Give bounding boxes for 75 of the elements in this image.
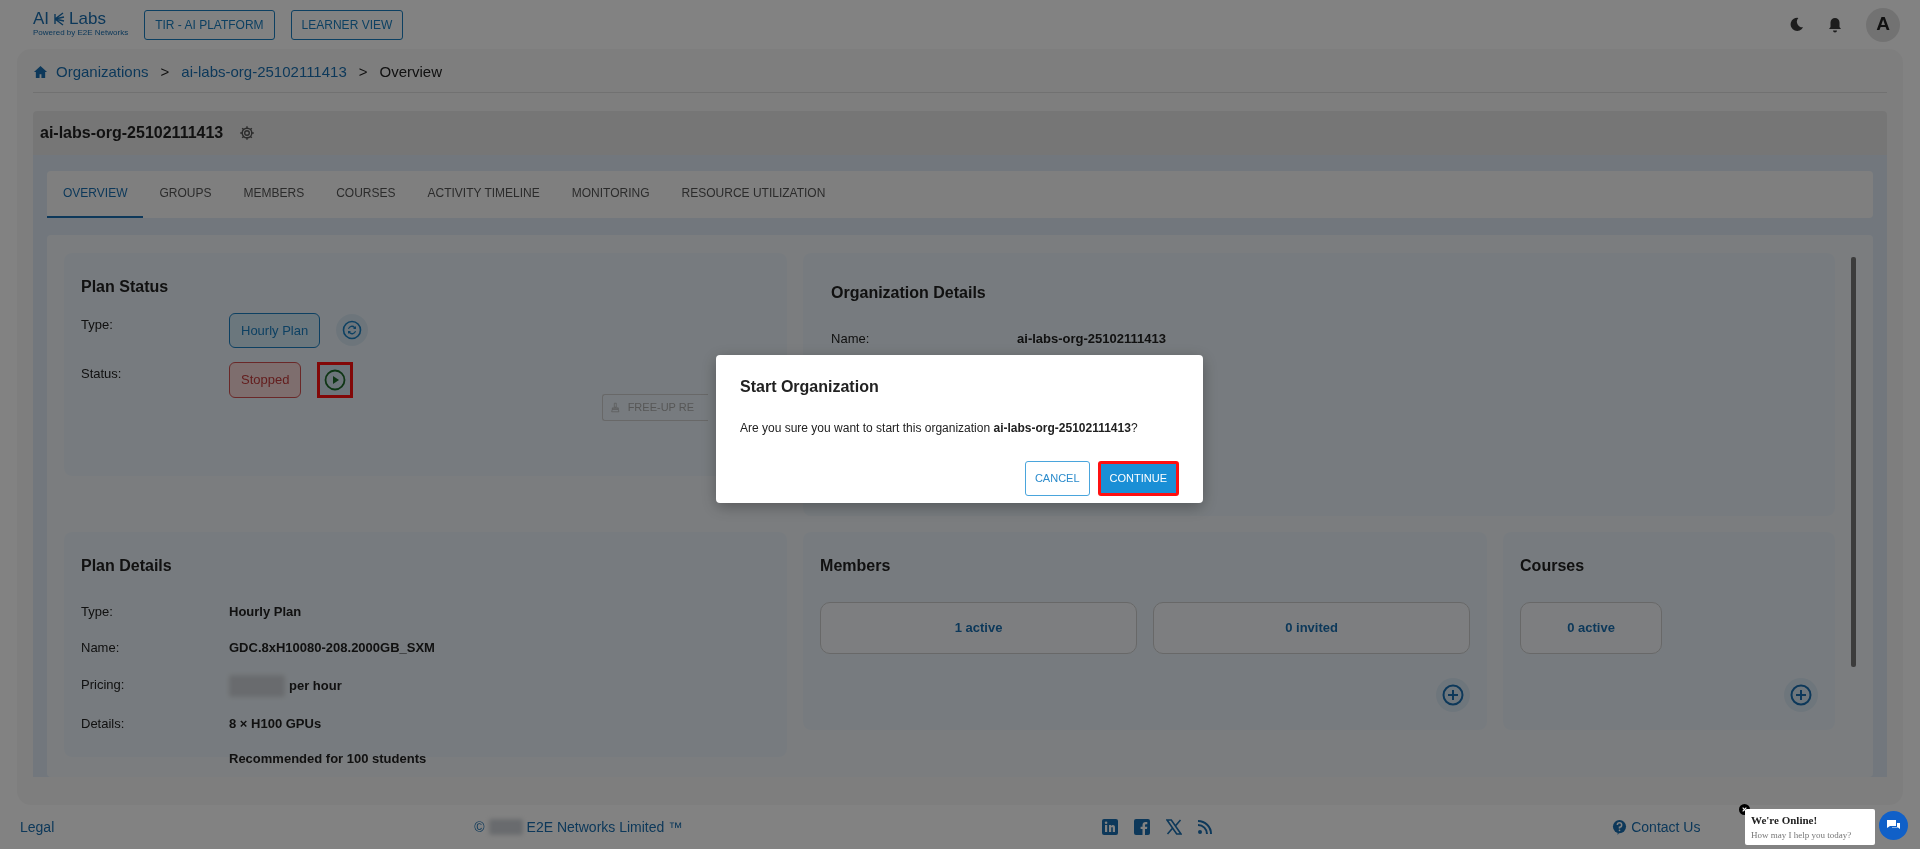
spark-icon xyxy=(53,11,66,26)
detail-value: 8 × H100 GPUs xyxy=(229,714,322,733)
play-icon xyxy=(324,369,347,391)
plan-type-badge: Hourly Plan xyxy=(229,312,321,348)
tab[interactable]: COURSES xyxy=(320,170,412,218)
breadcrumb-current: Overview xyxy=(379,62,442,82)
status-label: Status: xyxy=(81,365,123,383)
breadcrumb-link[interactable]: ai-labs-org-25102111413 xyxy=(181,61,347,84)
detail-label: Pricing: xyxy=(81,675,126,694)
chat-title: We're Online! xyxy=(1751,813,1819,828)
type-label: Type: xyxy=(81,315,114,334)
detail-label: Details: xyxy=(81,714,126,733)
chat-popup[interactable]: We're Online! How may I help you today? xyxy=(1745,809,1875,845)
card-title: Plan Status xyxy=(81,276,170,297)
settings-icon[interactable] xyxy=(239,124,256,141)
detail-label: Name: xyxy=(81,639,121,657)
x-icon[interactable] xyxy=(1166,819,1183,835)
tab[interactable]: MONITORING xyxy=(555,170,666,218)
facebook-icon[interactable] xyxy=(1134,819,1151,835)
copyright-symbol: © xyxy=(474,817,485,837)
field-value: ai-labs-org-25102111413 xyxy=(1017,329,1166,348)
detail-value: per hour xyxy=(289,676,342,695)
add-icon xyxy=(1790,683,1813,706)
add-icon xyxy=(1442,683,1465,706)
dialog-message: Are you sure you want to start this organization ai-labs-org-25102111413? xyxy=(740,420,1139,437)
tab[interactable]: GROUPS xyxy=(143,170,228,218)
chat-subtitle: How may I help you today? xyxy=(1751,828,1853,842)
copyright-text: E2E Networks Limited ™ xyxy=(526,817,683,837)
rss-icon[interactable] xyxy=(1198,820,1213,834)
logo-text: Labs xyxy=(69,10,106,27)
detail-value: Hourly Plan xyxy=(229,602,302,621)
detail-value: GDC.8xH10080-208.2000GB_SXM xyxy=(229,639,435,657)
status-badge: Stopped xyxy=(229,362,302,398)
continue-button[interactable]: CONTINUE xyxy=(1097,461,1179,496)
tab[interactable]: ACTIVITY TIMELINE xyxy=(411,170,556,218)
moon-icon[interactable] xyxy=(1789,17,1804,32)
tab[interactable]: RESOURCE UTILIZATION xyxy=(665,170,842,218)
add-button[interactable] xyxy=(1784,677,1819,712)
card-title: Members xyxy=(820,555,892,576)
breadcrumb-separator: > xyxy=(358,62,368,82)
breadcrumb-separator: > xyxy=(160,62,170,82)
chat-icon xyxy=(1886,819,1901,832)
cancel-button[interactable]: CANCEL xyxy=(1024,461,1090,496)
chat-button[interactable] xyxy=(1879,811,1908,840)
field-label: Name: xyxy=(831,329,871,348)
nav-button[interactable]: LEARNER VIEW xyxy=(290,9,404,40)
card-title: Organization Details xyxy=(831,282,987,303)
contact-link[interactable]: Contact Us xyxy=(1631,816,1701,838)
detail-label: Type: xyxy=(81,602,114,621)
add-button[interactable] xyxy=(1436,677,1471,712)
tab[interactable]: MEMBERS xyxy=(227,170,321,218)
card-title: Plan Details xyxy=(81,555,173,576)
stat-tile[interactable]: 1 active xyxy=(820,601,1138,654)
stat-tile[interactable]: 0 invited xyxy=(1153,601,1471,654)
scrollbar[interactable] xyxy=(1851,256,1856,667)
linkedin-icon[interactable] xyxy=(1102,819,1119,835)
start-button[interactable] xyxy=(317,362,354,398)
dialog-title: Start Organization xyxy=(740,377,880,397)
sync-icon xyxy=(342,320,363,341)
card-title: Courses xyxy=(1520,555,1586,576)
stat-tile[interactable]: 0 active xyxy=(1520,601,1663,654)
detail-value: Recommended for 100 students xyxy=(229,750,427,768)
tab[interactable]: OVERVIEW xyxy=(47,170,144,218)
avatar[interactable]: A xyxy=(1866,7,1900,42)
legal-link[interactable]: Legal xyxy=(20,816,55,838)
help-icon xyxy=(1612,819,1628,835)
breadcrumb-link[interactable]: Organizations xyxy=(56,61,149,84)
home-icon xyxy=(33,65,48,80)
logo-tagline: Powered by E2E Networks xyxy=(33,27,129,39)
notification-icon[interactable] xyxy=(1828,16,1842,33)
logo-text: AI xyxy=(33,10,50,27)
redacted-year xyxy=(488,819,523,835)
switch-plan-button[interactable] xyxy=(336,314,369,347)
nav-button[interactable]: TIR - AI PLATFORM xyxy=(144,9,275,40)
organization-title: ai-labs-org-25102111413 xyxy=(40,122,224,143)
